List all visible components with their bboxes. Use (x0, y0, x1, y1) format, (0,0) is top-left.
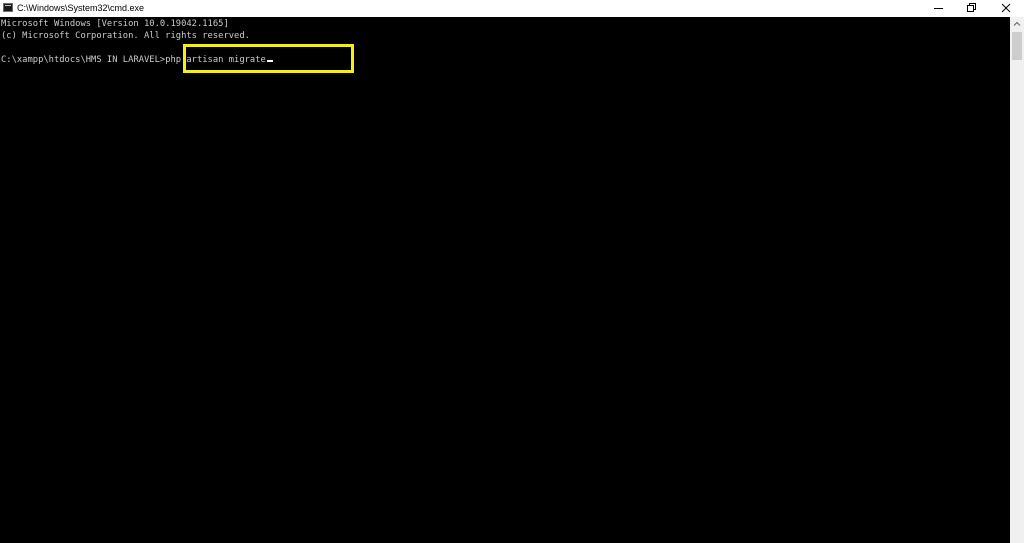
minimize-button[interactable] (922, 0, 955, 17)
vertical-scrollbar[interactable] (1010, 17, 1024, 543)
restore-button[interactable] (955, 0, 988, 17)
cmd-window: C:\Windows\System32\cmd.exe Microsoft Wi… (0, 0, 1024, 543)
minimize-icon (934, 8, 943, 9)
console-line: (c) Microsoft Corporation. All rights re… (1, 31, 250, 41)
close-icon (1001, 3, 1011, 13)
close-button[interactable] (988, 0, 1024, 17)
cmd-icon (3, 3, 13, 12)
command-highlight-box (183, 44, 354, 73)
console-line: Microsoft Windows [Version 10.0.19042.11… (1, 19, 229, 29)
console-output[interactable]: Microsoft Windows [Version 10.0.19042.11… (0, 17, 1010, 543)
title-bar[interactable]: C:\Windows\System32\cmd.exe (0, 0, 1024, 17)
scroll-up-arrow-icon[interactable] (1010, 17, 1024, 31)
restore-icon (967, 3, 976, 12)
scroll-thumb[interactable] (1012, 32, 1022, 60)
window-title: C:\Windows\System32\cmd.exe (17, 3, 145, 13)
prompt-text: C:\xampp\htdocs\HMS IN LARAVEL> (1, 55, 166, 65)
